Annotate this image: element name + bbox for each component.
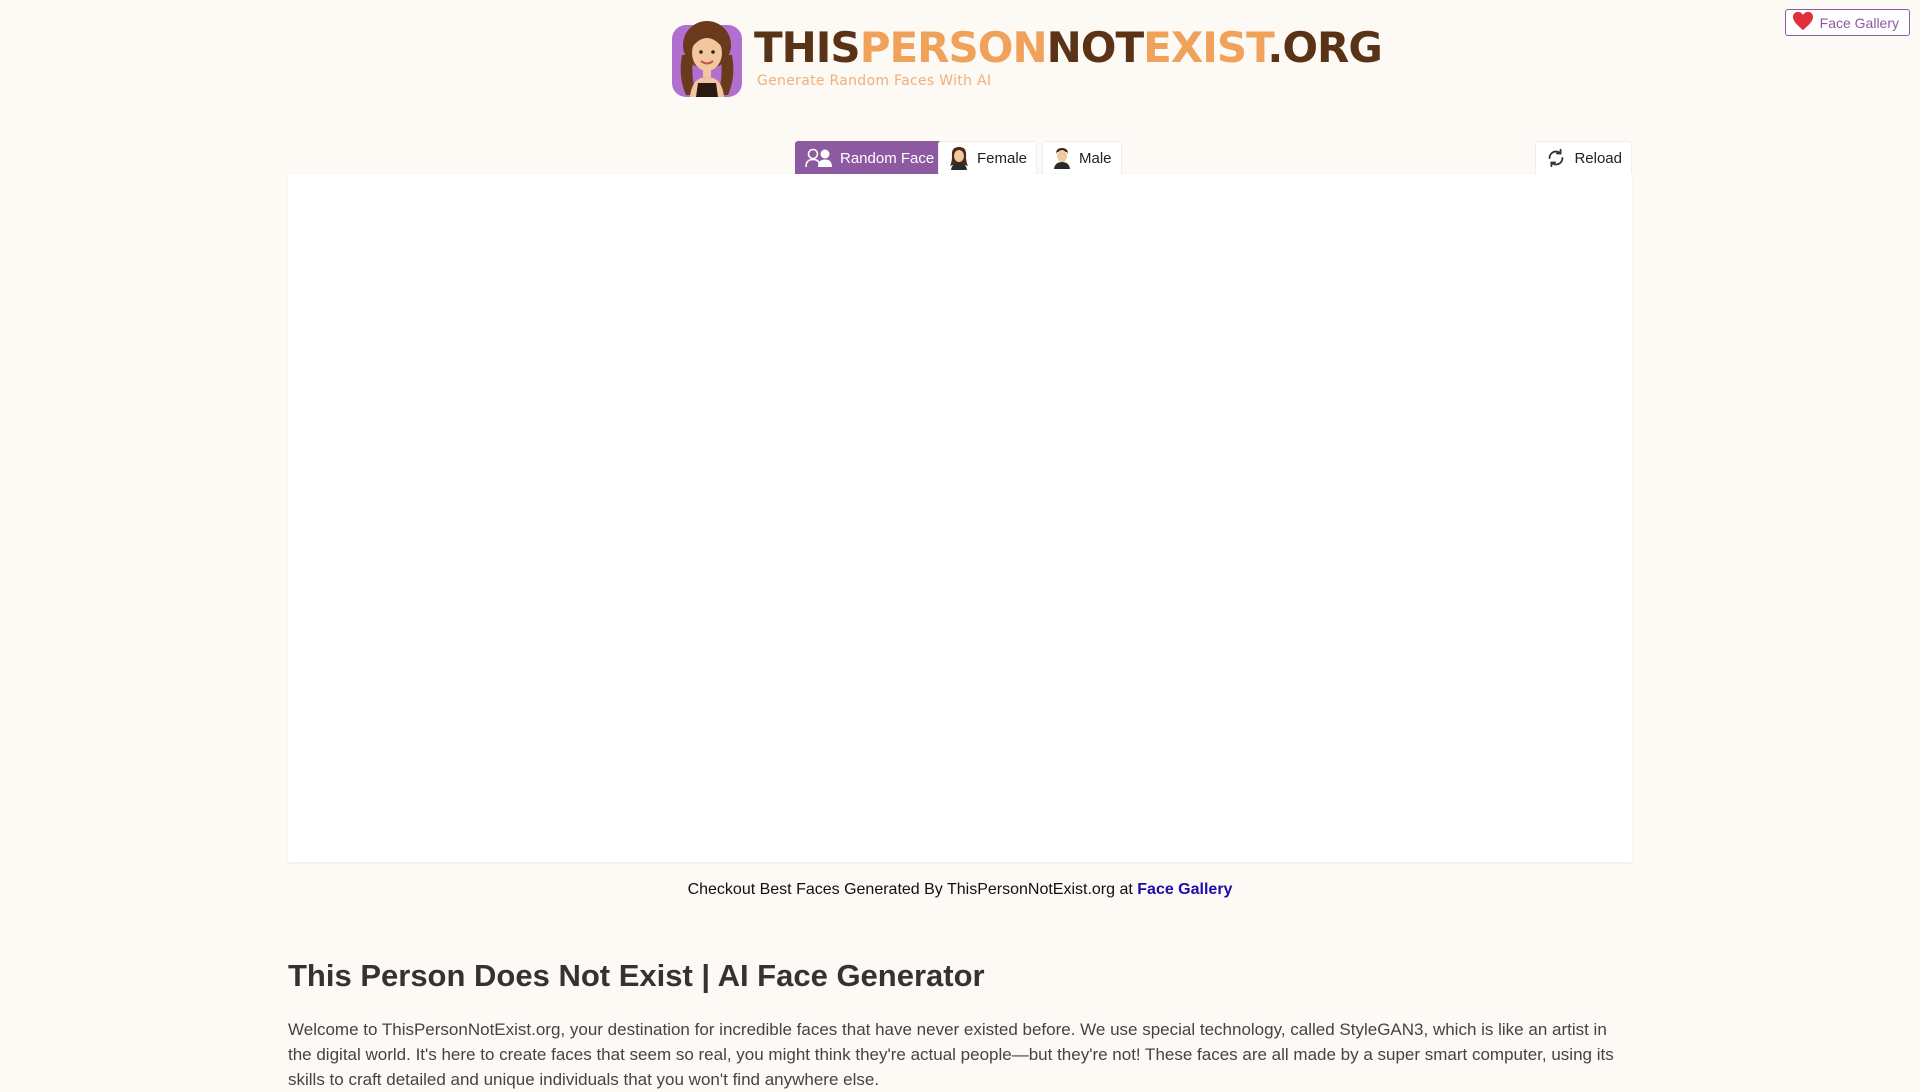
tab-male[interactable]: Male [1042, 141, 1122, 174]
tab-male-label: Male [1079, 149, 1112, 167]
reload-button[interactable]: Reload [1535, 141, 1632, 174]
tab-female-label: Female [977, 149, 1028, 167]
intro-paragraph: Welcome to ThisPersonNotExist.org, your … [288, 1020, 1614, 1089]
face-gallery-link[interactable]: Face Gallery [1137, 881, 1232, 898]
gallery-promo: Checkout Best Faces Generated By ThisPer… [0, 881, 1920, 899]
logo-subtitle: Generate Random Faces With AI [757, 73, 992, 89]
face-gallery-button[interactable]: Face Gallery [1784, 9, 1910, 36]
page-heading: This Person Does Not Exist | AI Face Gen… [288, 958, 985, 993]
tab-random-face[interactable]: Random Face [795, 141, 945, 174]
people-pair-icon [805, 148, 833, 168]
face-gallery-label: Face Gallery [1819, 14, 1899, 31]
female-icon [948, 146, 970, 170]
reload-icon [1545, 147, 1567, 169]
logo-avatar-icon [672, 15, 742, 97]
reload-label: Reload [1574, 149, 1622, 167]
site-logo[interactable]: THISPERSONNOTEXIST.ORG Generate Random F… [672, 15, 1383, 100]
male-icon [1052, 147, 1072, 169]
heart-icon [1792, 11, 1814, 34]
face-display-area [288, 174, 1632, 862]
logo-title: THISPERSONNOTEXIST.ORG [754, 23, 1383, 72]
tab-random-face-label: Random Face [840, 149, 935, 167]
gallery-promo-text: Checkout Best Faces Generated By ThisPer… [687, 881, 1138, 898]
face-type-tabs: Random Face Female Male Reload [288, 138, 1632, 177]
tab-female[interactable]: Female [938, 141, 1038, 174]
